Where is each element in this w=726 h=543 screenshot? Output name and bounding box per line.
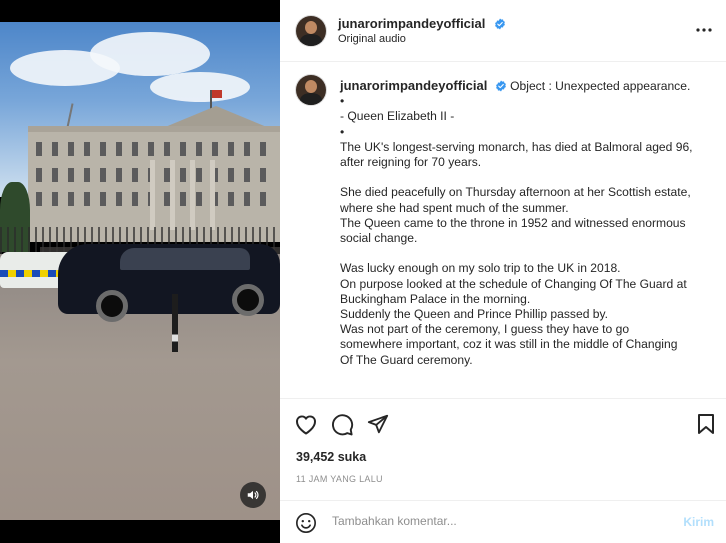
post-comment-button[interactable]: Kirim [683,515,714,529]
video-limousine-window [120,248,250,270]
share-icon [367,414,389,434]
caption-line: where she had spent much of the summer. [340,200,569,215]
comment-input[interactable] [332,514,652,528]
video-palace-windows [36,192,276,206]
like-button[interactable] [293,411,319,437]
video-bollard [172,294,178,352]
video-palace-column [170,160,175,230]
video-cloud [150,72,250,102]
video-palace-column [190,160,195,230]
caption-line [340,246,720,261]
video-frame[interactable] [0,22,280,520]
emoji-button[interactable] [293,510,319,536]
audio-toggle-button[interactable] [240,482,266,508]
caption-line: Suddenly the Queen and Prince Phillip pa… [340,307,609,322]
caption-line: She died peacefully on Thursday afternoo… [340,185,691,200]
original-audio-link[interactable]: Original audio [338,33,406,45]
video-wheel [232,284,264,316]
likes-count[interactable]: 39,452 suka [296,450,366,464]
caption-avatar[interactable] [296,75,326,105]
caption-line: The UK's longest-serving monarch, has di… [340,139,693,154]
caption-line: The Queen came to the throne in 1952 and… [340,215,686,230]
more-options-button[interactable] [694,20,714,40]
comment-bar: Kirim [280,500,726,543]
video-palace-windows [36,168,276,182]
heart-icon [296,415,316,435]
caption-line: • [340,124,345,139]
comment-icon [331,413,353,435]
save-button[interactable] [693,411,719,437]
caption-line: Of The Guard ceremony. [340,352,473,367]
header-user: junarorimpandeyofficial [338,15,506,33]
caption-text: junarorimpandeyofficial Object : Unexpec… [340,78,720,368]
caption-line: Was not part of the ceremony, I guess th… [340,322,630,337]
post-panel: junarorimpandeyofficial Original audio j… [280,0,726,543]
video-flag [212,90,222,98]
video-palace-column [210,160,215,230]
caption-line [340,170,720,185]
caption-line: social change. [340,231,418,246]
video-cloud [90,32,210,76]
caption-title: Object : Unexpected appearance. [510,79,691,93]
caption-line: - Queen Elizabeth II - [340,109,455,124]
action-divider [280,398,726,399]
bookmark-icon [698,414,714,434]
video-palace-column [150,160,155,230]
verified-badge-icon [494,18,505,30]
caption-line: after reigning for 70 years. [340,155,482,170]
post-header: junarorimpandeyofficial Original audio [280,0,726,62]
caption-line: On purpose looked at the schedule of Cha… [340,276,687,291]
share-button[interactable] [365,411,391,437]
comment-button[interactable] [329,411,355,437]
caption-header-line: junarorimpandeyofficial Object : Unexpec… [340,78,720,94]
username-link[interactable]: junarorimpandeyofficial [338,16,485,31]
caption-line: Was lucky enough on my solo trip to the … [340,261,621,276]
video-player[interactable] [0,0,280,543]
emoji-icon [296,513,316,533]
verified-badge-icon [495,80,506,92]
audio-toggle-icon [247,490,259,500]
more-options-icon [696,28,712,32]
caption-username-link[interactable]: junarorimpandeyofficial [340,78,487,93]
video-palace-windows [36,142,276,156]
avatar[interactable] [296,16,326,46]
post-timestamp[interactable]: 11 JAM YANG LALU [296,474,383,484]
caption-line: somewhere important, coz it was still in… [340,337,678,352]
caption-line: Buckingham Palace in the morning. [340,291,531,306]
caption-line: • [340,94,345,109]
video-wheel [96,290,128,322]
